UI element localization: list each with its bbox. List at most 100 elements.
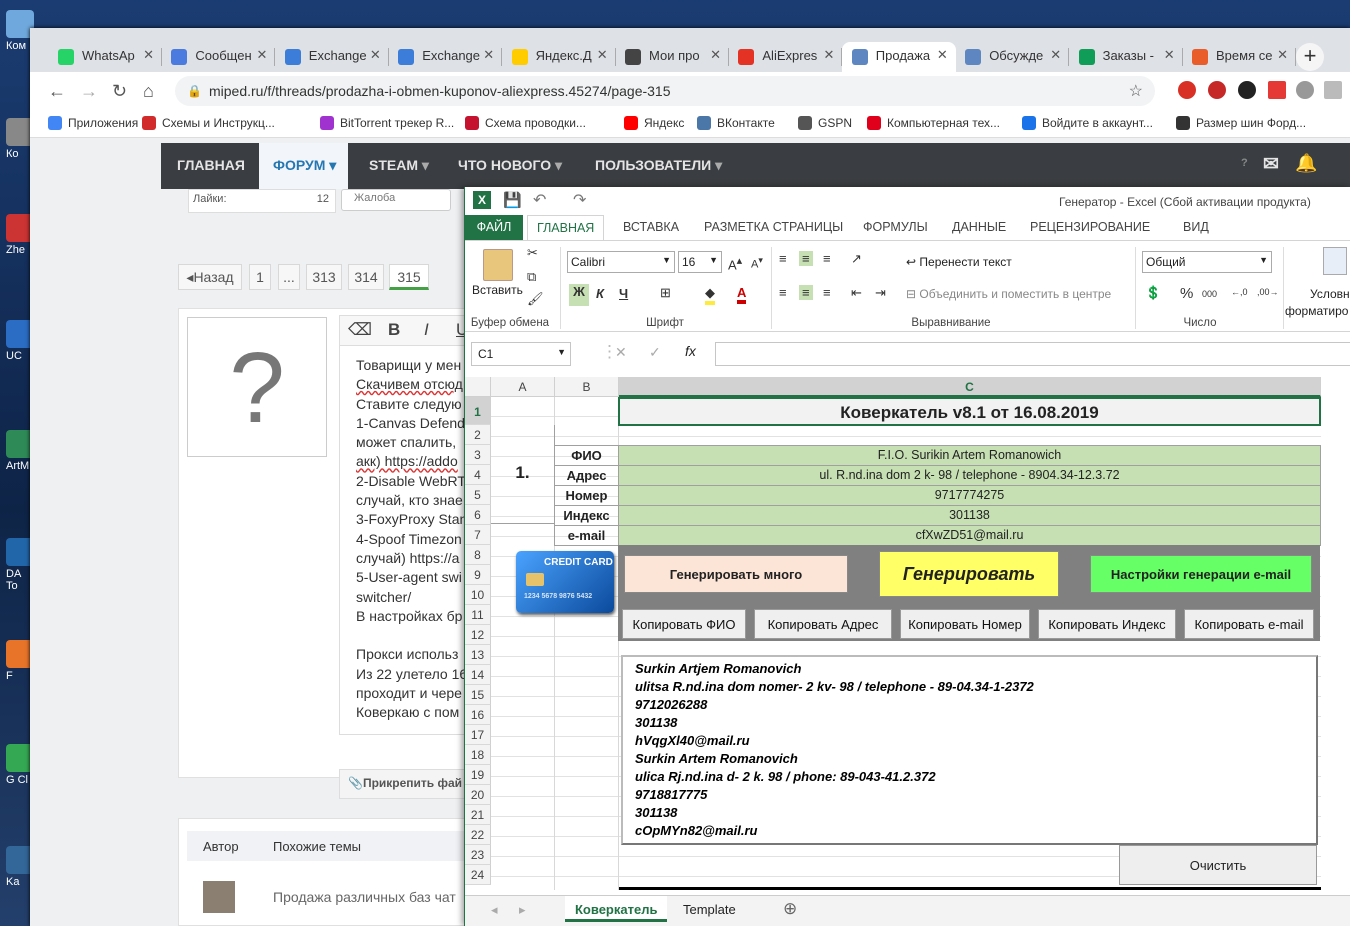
row-header[interactable]: 16 xyxy=(465,705,491,725)
bookmark-item[interactable]: Схемы и Инструкц... xyxy=(142,116,275,130)
copy-button[interactable]: Копировать Номер xyxy=(900,609,1030,639)
pdf-extension-icon[interactable] xyxy=(1324,81,1342,99)
desktop-shortcut[interactable]: DA To xyxy=(0,538,34,592)
generate-many-button[interactable]: Генерировать много xyxy=(624,555,848,593)
orientation-icon[interactable]: ↗ xyxy=(851,251,862,267)
close-icon[interactable]: ✕ xyxy=(823,47,834,63)
field-value-cell[interactable]: 9717774275 xyxy=(618,485,1321,506)
align-center-icon[interactable]: ≡ xyxy=(799,285,813,300)
conditional-format-label[interactable]: Условн xyxy=(1310,287,1350,301)
header-title-cell[interactable]: Коверкатель v8.1 от 16.08.2019 xyxy=(618,397,1321,426)
align-left-icon[interactable]: ≡ xyxy=(779,285,787,300)
close-icon[interactable]: ✕ xyxy=(256,47,267,63)
close-icon[interactable]: ✕ xyxy=(710,47,721,63)
close-icon[interactable]: ✕ xyxy=(597,47,608,63)
new-tab-button[interactable]: + xyxy=(1296,43,1324,71)
column-header-c[interactable]: C xyxy=(619,377,1321,397)
row-header[interactable]: 9 xyxy=(465,565,491,585)
thousands-icon[interactable]: 000 xyxy=(1202,289,1217,299)
browser-tab[interactable]: Обсужде ✕ xyxy=(955,42,1070,72)
ribbon-tab[interactable]: РЕЦЕНЗИРОВАНИЕ xyxy=(1030,220,1150,234)
browser-tab[interactable]: Время се ✕ xyxy=(1182,42,1296,72)
indent-icon[interactable]: ⇤ xyxy=(851,285,862,301)
close-icon[interactable]: ✕ xyxy=(483,47,494,63)
field-value-cell[interactable]: ul. R.nd.ina dom 2 k- 98 / telephone - 8… xyxy=(618,465,1321,486)
email-settings-button[interactable]: Настройки генерации e-mail xyxy=(1090,555,1312,593)
desktop-shortcut[interactable]: F xyxy=(0,640,34,682)
block-number-cell[interactable]: 1. xyxy=(491,425,555,524)
music-extension-icon[interactable] xyxy=(1268,81,1286,99)
nav-forum[interactable]: ФОРУМ ▾ xyxy=(259,143,349,189)
bookmark-item[interactable]: GSPN xyxy=(798,116,852,130)
pagination-prev-button[interactable]: ◂Назад xyxy=(178,264,242,290)
bell-icon[interactable]: 🔔 xyxy=(1295,153,1317,174)
browser-tab[interactable]: Exchange ✕ xyxy=(388,42,503,72)
cancel-icon[interactable]: ✕ xyxy=(615,344,627,361)
increase-decimal-icon[interactable]: ←,0 xyxy=(1231,287,1248,297)
function-icon[interactable]: fx xyxy=(685,343,696,359)
outdent-icon[interactable]: ⇥ xyxy=(875,285,886,301)
bookmark-item[interactable]: Войдите в аккаунт... xyxy=(1022,116,1153,130)
reload-icon[interactable]: ↻ xyxy=(112,81,127,102)
close-icon[interactable]: ✕ xyxy=(1277,47,1288,63)
eraser-icon[interactable]: ⌫ xyxy=(348,320,372,340)
field-label-cell[interactable]: Индекс xyxy=(554,505,619,526)
ribbon-tab[interactable]: ДАННЫЕ xyxy=(952,220,1006,234)
row-header[interactable]: 10 xyxy=(465,585,491,605)
nav-home[interactable]: ГЛАВНАЯ xyxy=(177,157,245,173)
browser-tab[interactable]: AliExpres ✕ xyxy=(728,42,843,72)
field-label-cell[interactable]: ФИО xyxy=(554,445,619,466)
borders-icon[interactable]: ⊞ xyxy=(660,285,671,301)
clear-button[interactable]: Очистить xyxy=(1119,845,1317,885)
name-box[interactable]: C1 ▼ xyxy=(471,342,571,366)
bookmark-item[interactable]: Компьютерная тех... xyxy=(867,116,1000,130)
browser-tab[interactable]: Сообщен ✕ xyxy=(161,42,276,72)
extension-icon[interactable] xyxy=(1178,81,1196,99)
row-header[interactable]: 12 xyxy=(465,625,491,645)
ribbon-tab[interactable]: ФОРМУЛЫ xyxy=(863,220,928,234)
copy-button[interactable]: Копировать Индекс xyxy=(1038,609,1176,639)
bookmark-item[interactable]: Схема проводки... xyxy=(465,116,586,130)
close-icon[interactable]: ✕ xyxy=(370,47,381,63)
fill-color-icon[interactable]: ◆ xyxy=(705,285,715,305)
complaint-button[interactable]: Жалоба xyxy=(341,189,451,211)
row-header[interactable]: 5 xyxy=(465,485,491,505)
row-header[interactable]: 20 xyxy=(465,785,491,805)
row-header[interactable]: 22 xyxy=(465,825,491,845)
enter-icon[interactable]: ✓ xyxy=(649,344,661,361)
scroll-left-icon[interactable]: ◂ xyxy=(491,902,498,918)
desktop-shortcut[interactable]: Ко xyxy=(0,118,34,160)
field-value-cell[interactable]: F.I.O. Surikin Artem Romanowich xyxy=(618,445,1321,466)
ribbon-tab[interactable]: РАЗМЕТКА СТРАНИЦЫ xyxy=(704,220,843,234)
desktop-shortcut[interactable]: ArtM xyxy=(0,430,34,472)
decrease-decimal-icon[interactable]: ,00→ xyxy=(1257,287,1279,297)
nav-whats-new[interactable]: ЧТО НОВОГО ▾ xyxy=(458,157,562,174)
font-color-icon[interactable]: A xyxy=(737,285,747,304)
extension-icon[interactable] xyxy=(1238,81,1256,99)
field-value-cell[interactable]: cfXwZD51@mail.ru xyxy=(618,525,1321,546)
row-header[interactable]: 8 xyxy=(465,545,491,565)
formula-input[interactable] xyxy=(715,342,1350,366)
align-middle-icon[interactable]: ≡ xyxy=(799,251,813,266)
close-icon[interactable]: ✕ xyxy=(143,47,154,63)
browser-tab[interactable]: Exchange ✕ xyxy=(275,42,389,72)
back-icon[interactable]: ← xyxy=(48,81,66,102)
envelope-icon[interactable]: ✉ xyxy=(1263,153,1279,176)
conditional-format-label-2[interactable]: форматиро xyxy=(1285,304,1348,318)
field-value-cell[interactable]: 301138 xyxy=(618,505,1321,526)
select-all-corner[interactable] xyxy=(465,377,491,397)
sheet-tab-template[interactable]: Template xyxy=(673,896,746,922)
save-icon[interactable]: 💾 xyxy=(503,191,522,209)
row-header[interactable]: 7 xyxy=(465,525,491,545)
copy-icon[interactable]: ⧉ xyxy=(527,269,536,285)
bookmark-item[interactable]: Размер шин Форд... xyxy=(1176,116,1306,130)
shrink-font-icon[interactable]: A▾ xyxy=(751,255,763,271)
paste-label[interactable]: Вставить xyxy=(472,283,523,297)
row-header[interactable]: 15 xyxy=(465,685,491,705)
row-header[interactable]: 6 xyxy=(465,505,491,525)
ribbon-tab[interactable]: ВИД xyxy=(1183,220,1209,234)
wrap-text-button[interactable]: ↩ Перенести текст xyxy=(906,255,1012,269)
merge-center-button[interactable]: ⊟ Объединить и поместить в центре xyxy=(906,287,1111,301)
generated-output[interactable]: Surkin Artjem Romanovich ulitsa R.nd.ina … xyxy=(621,655,1318,845)
underline-icon[interactable]: Ч xyxy=(619,286,628,301)
